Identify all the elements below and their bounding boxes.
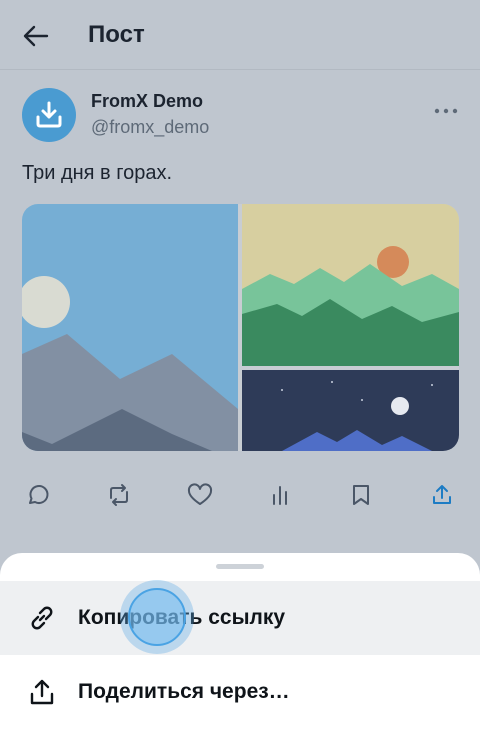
post-text: Три дня в горах. (22, 162, 173, 184)
top-bar: Пост (0, 0, 480, 70)
arrow-left-icon (23, 25, 49, 47)
share-button[interactable] (422, 475, 462, 515)
media-grid (22, 204, 459, 451)
bookmark-icon (353, 485, 369, 505)
more-dots-icon (434, 108, 458, 114)
page-title: Пост (88, 21, 145, 48)
bookmark-button[interactable] (341, 475, 381, 515)
heart-icon (187, 483, 213, 505)
reply-button[interactable] (18, 475, 58, 515)
share-via-label: Поделиться через… (78, 680, 290, 703)
mountain-day-photo[interactable] (22, 204, 238, 451)
comment-icon (29, 485, 49, 504)
link-icon (26, 602, 58, 634)
download-icon (36, 101, 62, 128)
mountain-sunset-photo[interactable] (242, 204, 459, 366)
bar-chart-icon (273, 486, 287, 505)
views-button[interactable] (260, 475, 300, 515)
like-button[interactable] (180, 475, 220, 515)
repost-button[interactable] (99, 475, 139, 515)
share-sheet: Копировать ссылку Поделиться через… (0, 553, 480, 755)
post-actions (0, 475, 480, 515)
more-options-button[interactable] (428, 98, 464, 124)
repost-icon (110, 484, 128, 506)
author-handle[interactable]: @fromx_demo (91, 117, 209, 138)
share-via-button[interactable]: Поделиться через… (0, 655, 480, 729)
share-icon (433, 485, 451, 504)
back-button[interactable] (18, 20, 54, 52)
avatar[interactable] (22, 88, 76, 142)
copy-link-button[interactable]: Копировать ссылку (0, 581, 480, 655)
author-name[interactable]: FromX Demo (91, 91, 203, 112)
sheet-drag-handle[interactable] (216, 564, 264, 569)
share-icon (26, 676, 58, 708)
copy-link-label: Копировать ссылку (78, 606, 286, 629)
mountain-night-photo[interactable] (242, 370, 459, 451)
